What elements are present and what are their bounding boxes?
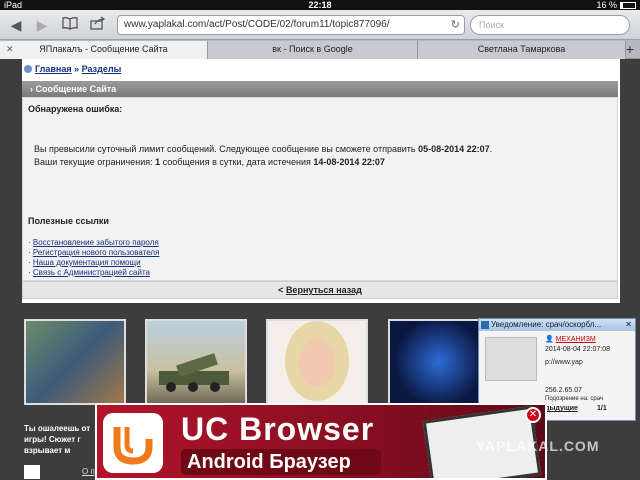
- address-bar-url: www.yaplakal.com/act/Post/CODE/02/forum1…: [124, 19, 390, 30]
- status-bar: iPad 22:18 16 %: [0, 0, 640, 10]
- list-item: · Регистрация нового пользователя: [28, 248, 160, 257]
- clock: 22:18: [308, 0, 332, 10]
- notification-title: Уведомление: срач/оскорбл...: [491, 320, 602, 329]
- close-ad-button[interactable]: ✕: [525, 407, 541, 423]
- footer-logo-icon: [24, 465, 40, 479]
- panel-header: › Сообщение Сайта: [22, 81, 618, 97]
- close-tab-icon[interactable]: ✕: [6, 41, 14, 58]
- ad-subtitle: Android Браузер №1: [181, 449, 381, 478]
- notification-reason: Подозрение на: срач: [545, 396, 604, 402]
- limit-message-end: .: [489, 144, 493, 154]
- browser-toolbar: ◀ ▶ www.yaplakal.com/act/Post/CODE/02/fo…: [0, 10, 640, 40]
- restriction-message: Ваши текущие ограничения: 1 сообщения в …: [34, 157, 385, 167]
- breadcrumb-separator: »: [74, 64, 80, 74]
- bookmarks-icon[interactable]: [60, 15, 80, 35]
- thumbnail-fantasy-art[interactable]: [388, 319, 490, 405]
- battery-percent: 16 %: [596, 0, 617, 10]
- reload-icon[interactable]: ↻: [451, 16, 460, 34]
- list-item: · Связь с Администрацией сайта: [28, 268, 150, 277]
- battery-indicator: 16 %: [596, 0, 636, 10]
- error-title: Обнаружена ошибка:: [28, 104, 123, 114]
- breadcrumb-sections-link[interactable]: Разделы: [82, 64, 122, 74]
- back-arrow-icon[interactable]: ◀: [6, 15, 26, 35]
- limit-message-text: Вы превысили суточный лимит сообщений. С…: [34, 144, 419, 154]
- home-dot-icon: [24, 65, 32, 73]
- notification-icon: [481, 321, 489, 329]
- list-item: · Восстановление забытого пароля: [28, 238, 159, 247]
- restriction-expiry-date: 14-08-2014 22:07: [313, 157, 385, 167]
- watermark: YAPLAKAL.COM: [476, 438, 600, 454]
- link-contact-admin[interactable]: Связь с Администрацией сайта: [33, 268, 150, 277]
- link-password-recovery[interactable]: Восстановление забытого пароля: [33, 238, 159, 247]
- panel-header-title: Сообщение Сайта: [35, 84, 117, 94]
- thumbnail-artillery[interactable]: [145, 319, 247, 405]
- limit-message: Вы превысили суточный лимит сообщений. С…: [34, 144, 492, 154]
- restriction-text: Ваши текущие ограничения:: [34, 157, 156, 167]
- breadcrumb-home-link[interactable]: Главная: [35, 64, 72, 74]
- uc-browser-logo-icon: [103, 413, 163, 473]
- tab-yaplakal[interactable]: ✕ ЯПлакалъ - Сообщение Сайта: [0, 41, 208, 59]
- tab-google-search[interactable]: вк - Поиск в Google: [208, 41, 418, 59]
- site-message-panel: Главная » Разделы › Сообщение Сайта Обна…: [22, 59, 620, 303]
- link-help-docs[interactable]: Наша документация помощи: [33, 258, 141, 267]
- tab-label: ЯПлакалъ - Сообщение Сайта: [39, 44, 168, 54]
- breadcrumb: Главная » Разделы: [24, 64, 121, 74]
- notification-title-bar: Уведомление: срач/оскорбл... ✕: [479, 319, 635, 331]
- notification-page-count: 1/1: [597, 405, 607, 412]
- useful-links-title: Полезные ссылки: [28, 216, 109, 226]
- notification-prev-link[interactable]: дыдущие: [545, 405, 578, 412]
- thumbnail-blonde-woman[interactable]: [266, 319, 368, 405]
- notification-author-link[interactable]: МЕХАНИЗМ: [556, 336, 596, 343]
- tab-tamarkova[interactable]: Светлана Тамаркова: [418, 41, 626, 59]
- notification-url: p://www.yap: [545, 359, 583, 366]
- notification-date: 2014-08-04 22:07:08: [545, 346, 610, 353]
- share-icon[interactable]: [88, 15, 108, 35]
- list-item: · Наша документация помощи: [28, 258, 141, 267]
- tab-label: вк - Поиск в Google: [272, 44, 353, 54]
- back-bar: < Вернуться назад: [22, 281, 618, 299]
- address-bar[interactable]: www.yaplakal.com/act/Post/CODE/02/forum1…: [117, 15, 465, 35]
- thumbnail-caption[interactable]: Ты ошалеешь от игры! Сюжет г взрывает м: [24, 423, 104, 456]
- thumbnail-game[interactable]: [24, 319, 126, 405]
- ad-title: UC Browser: [181, 411, 375, 447]
- notification-ip: 256.2.65.07: [545, 387, 582, 394]
- search-input[interactable]: Поиск: [470, 15, 630, 35]
- link-registration[interactable]: Регистрация нового пользователя: [33, 248, 160, 257]
- tab-label: Светлана Тамаркова: [477, 44, 566, 54]
- battery-icon: [620, 1, 636, 9]
- close-icon[interactable]: ✕: [625, 319, 632, 331]
- notification-preview: [485, 337, 537, 381]
- forward-arrow-icon[interactable]: ▶: [32, 15, 52, 35]
- notification-author: 👤 МЕХАНИЗМ: [545, 336, 596, 343]
- tab-bar: ✕ ЯПлакалъ - Сообщение Сайта вк - Поиск …: [0, 40, 640, 59]
- go-back-link[interactable]: Вернуться назад: [286, 285, 362, 295]
- restriction-mid: сообщения в сутки, дата истечения: [160, 157, 314, 167]
- new-tab-button[interactable]: +: [626, 40, 634, 58]
- next-message-date: 05-08-2014 22:07: [418, 144, 490, 154]
- error-box: Обнаружена ошибка: Вы превысили суточный…: [22, 97, 618, 281]
